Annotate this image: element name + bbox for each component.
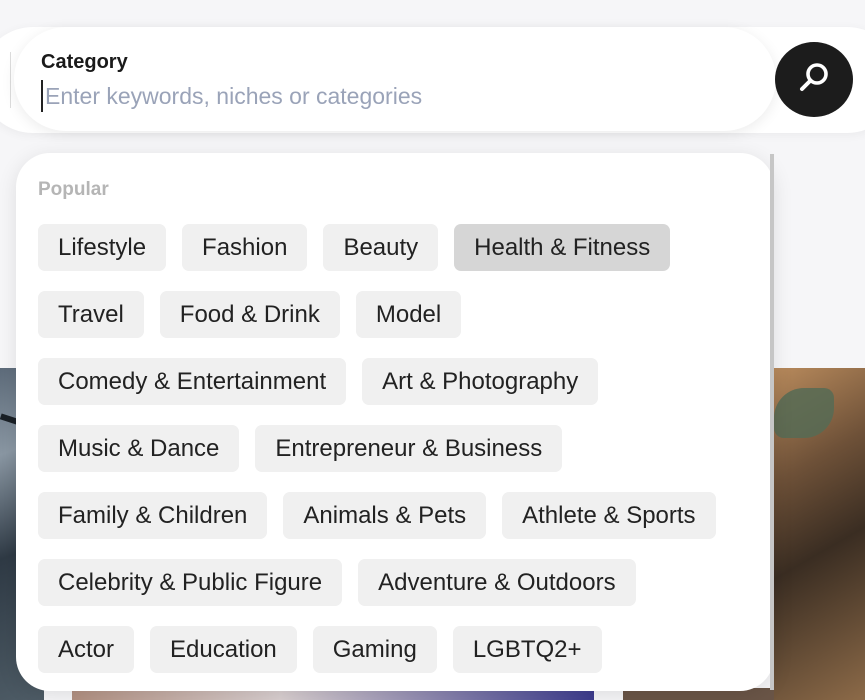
- category-chip[interactable]: Adventure & Outdoors: [358, 559, 636, 606]
- category-chip[interactable]: Beauty: [323, 224, 439, 271]
- search-icon: [797, 60, 831, 99]
- category-label: Category: [41, 51, 128, 73]
- category-field[interactable]: [14, 27, 776, 131]
- search-button[interactable]: [775, 42, 853, 117]
- category-chip[interactable]: Lifestyle: [38, 224, 167, 271]
- chip-row: Celebrity & Public Figure Adventure & Out…: [38, 559, 636, 606]
- category-chip[interactable]: Actor: [38, 626, 135, 673]
- dropdown-scrollbar[interactable]: [770, 154, 774, 690]
- category-chip[interactable]: Art & Photography: [362, 358, 599, 405]
- chip-row: Comedy & Entertainment Art & Photography: [38, 358, 599, 405]
- search-divider: [10, 52, 11, 108]
- chip-row: Actor Education Gaming LGBTQ2+: [38, 626, 602, 673]
- category-chip[interactable]: Family & Children: [38, 492, 268, 539]
- category-chip[interactable]: Celebrity & Public Figure: [38, 559, 343, 606]
- category-chip[interactable]: Fashion: [182, 224, 308, 271]
- category-chip[interactable]: Music & Dance: [38, 425, 240, 472]
- category-chip[interactable]: Gaming: [312, 626, 437, 673]
- category-chip[interactable]: Animals & Pets: [283, 492, 487, 539]
- category-chip[interactable]: Model: [355, 291, 462, 338]
- category-search-input[interactable]: [41, 80, 745, 112]
- category-chip[interactable]: Comedy & Entertainment: [38, 358, 347, 405]
- chip-row: Music & Dance Entrepreneur & Business: [38, 425, 563, 472]
- category-chip[interactable]: Athlete & Sports: [502, 492, 716, 539]
- chip-row: Travel Food & Drink Model: [38, 291, 462, 338]
- category-chip[interactable]: Entrepreneur & Business: [255, 425, 563, 472]
- category-chip[interactable]: LGBTQ2+: [452, 626, 602, 673]
- scrollbar-thumb[interactable]: [770, 154, 774, 690]
- background-photo-right: [774, 368, 865, 700]
- chip-row: Lifestyle Fashion Beauty Health & Fitness: [38, 224, 671, 271]
- category-chip[interactable]: Health & Fitness: [454, 224, 671, 271]
- chip-row: Family & Children Animals & Pets Athlete &…: [38, 492, 716, 539]
- category-chip[interactable]: Travel: [38, 291, 144, 338]
- section-title-popular: Popular: [38, 179, 109, 200]
- category-chip[interactable]: Education: [150, 626, 297, 673]
- category-chip[interactable]: Food & Drink: [159, 291, 340, 338]
- category-dropdown: Popular Lifestyle Fashion Beauty Health & F…: [16, 153, 774, 691]
